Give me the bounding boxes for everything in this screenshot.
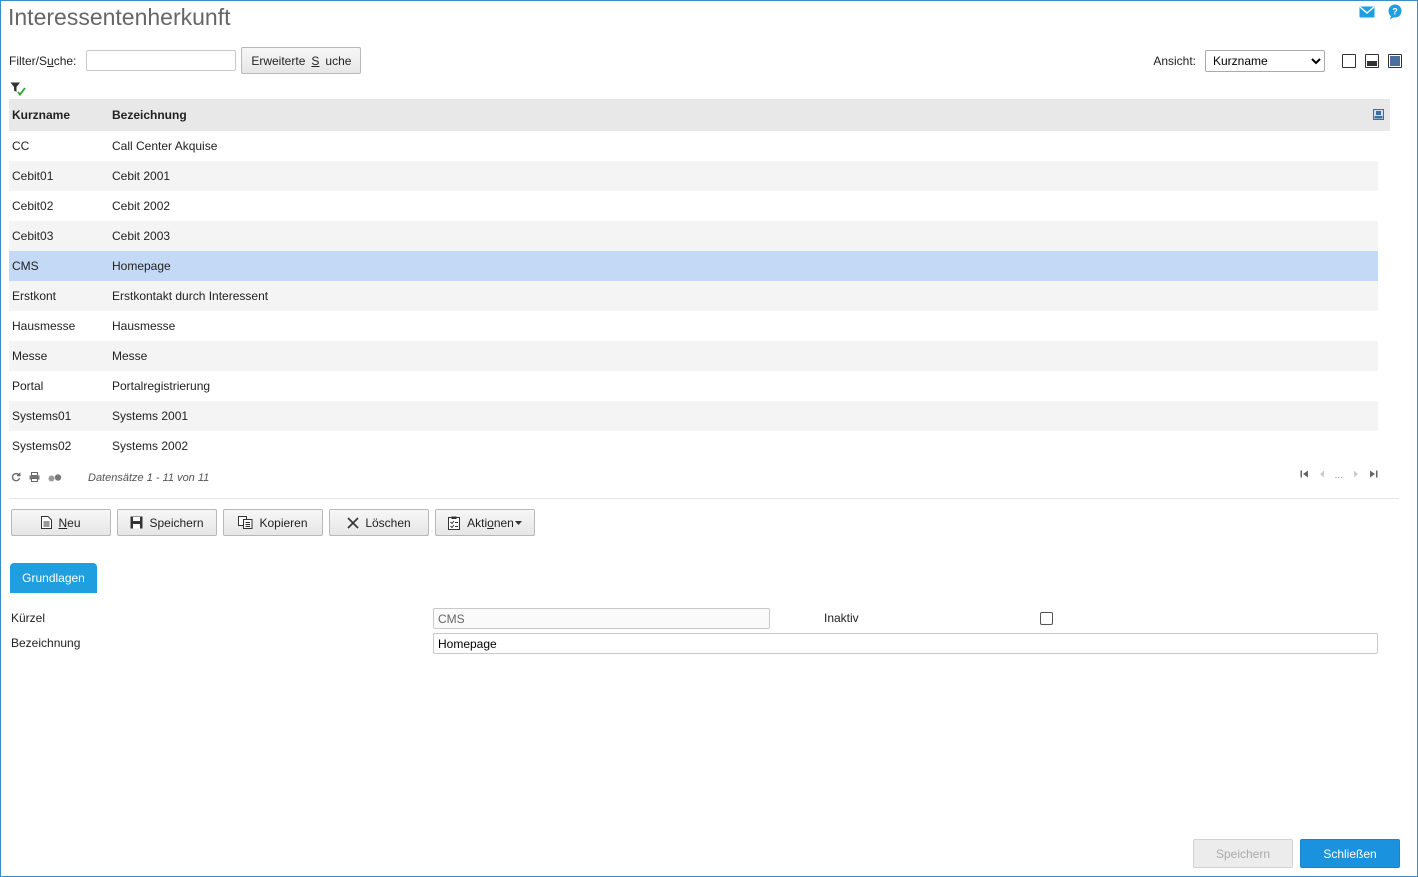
copy-icon: [238, 516, 253, 529]
document-icon: [41, 516, 53, 529]
actions-button[interactable]: Aktionen: [435, 509, 535, 536]
new-button[interactable]: Neu: [11, 509, 111, 536]
cell-kurzname: Cebit01: [12, 169, 54, 183]
tab-grundlagen[interactable]: Grundlagen: [10, 563, 97, 593]
filter-label: Filter/Suche:: [9, 53, 77, 68]
column-header-bezeichnung[interactable]: Bezeichnung: [109, 108, 1390, 122]
cell-kurzname: Cebit02: [12, 199, 54, 213]
view-label: Ansicht:: [1153, 54, 1196, 68]
column-config-icon[interactable]: [1373, 109, 1384, 123]
mail-icon[interactable]: [1358, 4, 1376, 20]
table-row[interactable]: Systems02 Systems 2002: [9, 431, 1378, 461]
cell-bezeichnung: Cebit 2002: [112, 199, 171, 213]
refresh-icon[interactable]: [11, 471, 21, 485]
next-page-icon[interactable]: [1353, 470, 1359, 481]
copy-button[interactable]: Kopieren: [223, 509, 323, 536]
filter-bar: Filter/Suche: Erweiterte Suche: [9, 47, 362, 74]
delete-button-label: Löschen: [365, 515, 411, 530]
filter-input[interactable]: [86, 50, 237, 71]
first-page-icon[interactable]: [1300, 470, 1309, 481]
footer-save-button[interactable]: Speichern: [1193, 839, 1293, 868]
save-button[interactable]: Speichern: [117, 509, 217, 536]
extended-search-button[interactable]: Erweiterte Suche: [241, 47, 362, 74]
data-grid: Kurzname Bezeichnung CC Call Center Akqui…: [9, 99, 1390, 461]
print-icon[interactable]: [29, 471, 40, 485]
view-select[interactable]: Kurzname: [1205, 50, 1325, 72]
action-toolbar: Neu Speichern Kopieren Löschen Aktionen: [11, 509, 535, 536]
caret-down-icon: [514, 520, 522, 525]
inaktiv-checkbox[interactable]: [1040, 612, 1053, 625]
save-icon: [130, 516, 143, 529]
cell-bezeichnung: Homepage: [112, 259, 171, 273]
table-row[interactable]: Systems01 Systems 2001: [9, 401, 1378, 431]
page-ellipsis: ...: [1334, 470, 1343, 481]
records-info: Datensätze 1 - 11 von 11: [88, 472, 210, 484]
svg-text:?: ?: [1392, 7, 1398, 17]
copy-button-label: Kopieren: [259, 515, 308, 530]
help-icon[interactable]: ?: [1386, 4, 1404, 20]
layout-split-button[interactable]: [1365, 54, 1379, 68]
close-icon: [347, 516, 359, 529]
save-button-label: Speichern: [149, 515, 204, 530]
bezeichnung-label: Bezeichnung: [11, 636, 81, 650]
cell-kurzname: Cebit03: [12, 229, 54, 243]
delete-button[interactable]: Löschen: [329, 509, 429, 536]
cell-bezeichnung: Cebit 2003: [112, 229, 171, 243]
cell-bezeichnung: Portalregistrierung: [112, 379, 211, 393]
table-row[interactable]: CC Call Center Akquise: [9, 131, 1378, 161]
table-row[interactable]: Erstkont Erstkontakt durch Interessent: [9, 281, 1378, 311]
actions-label-text: Aktionen: [467, 515, 514, 530]
close-button[interactable]: Schließen: [1300, 839, 1400, 868]
cell-bezeichnung: Call Center Akquise: [112, 139, 218, 153]
new-button-label: Neu: [58, 515, 81, 530]
table-row[interactable]: Cebit01 Cebit 2001: [9, 161, 1378, 191]
kuerzel-label: Kürzel: [11, 611, 46, 625]
cell-kurzname: Erstkont: [12, 289, 57, 303]
header-icons: ?: [1358, 4, 1404, 20]
cell-kurzname: Systems02: [12, 439, 72, 453]
page-title: Interessentenherkunft: [8, 4, 231, 30]
prev-page-icon[interactable]: [1319, 470, 1325, 481]
bezeichnung-field[interactable]: [433, 633, 1378, 654]
cell-kurzname: Portal: [12, 379, 44, 393]
clipboard-icon: [448, 516, 461, 530]
kuerzel-field[interactable]: [433, 608, 770, 629]
column-header-kurzname[interactable]: Kurzname: [9, 108, 109, 122]
pager-tools: [11, 471, 62, 485]
cell-bezeichnung: Messe: [112, 349, 148, 363]
cell-bezeichnung: Systems 2002: [112, 439, 189, 453]
cell-kurzname: CMS: [12, 259, 39, 273]
table-row[interactable]: Messe Messe: [9, 341, 1378, 371]
table-row[interactable]: Portal Portalregistrierung: [9, 371, 1378, 401]
layout-list-only-button[interactable]: [1342, 54, 1356, 68]
cell-kurzname: Systems01: [12, 409, 72, 423]
cell-bezeichnung: Hausmesse: [112, 319, 176, 333]
cell-kurzname: Messe: [12, 349, 48, 363]
cell-kurzname: Hausmesse: [12, 319, 76, 333]
grid-pager: Datensätze 1 - 11 von 11 ...: [9, 470, 1390, 486]
export-icon[interactable]: [48, 471, 62, 485]
cell-kurzname: CC: [12, 139, 30, 153]
layout-detail-only-button[interactable]: [1388, 54, 1402, 68]
cell-bezeichnung: Cebit 2001: [112, 169, 171, 183]
filter-active-icon[interactable]: [10, 82, 26, 99]
table-row-selected[interactable]: CMS Homepage: [9, 251, 1378, 281]
table-row[interactable]: Cebit02 Cebit 2002: [9, 191, 1378, 221]
table-row[interactable]: Hausmesse Hausmesse: [9, 311, 1378, 341]
last-page-icon[interactable]: [1369, 470, 1378, 481]
cell-bezeichnung: Systems 2001: [112, 409, 189, 423]
view-selector: Ansicht: Kurzname: [1153, 50, 1402, 72]
grid-header: Kurzname Bezeichnung: [9, 99, 1390, 131]
pager-nav: ...: [1300, 470, 1378, 481]
actions-button-label: Aktionen: [467, 516, 514, 530]
cell-bezeichnung: Erstkontakt durch Interessent: [112, 289, 269, 303]
table-row[interactable]: Cebit03 Cebit 2003: [9, 221, 1378, 251]
divider: [9, 498, 1399, 499]
inaktiv-label: Inaktiv: [824, 611, 859, 625]
